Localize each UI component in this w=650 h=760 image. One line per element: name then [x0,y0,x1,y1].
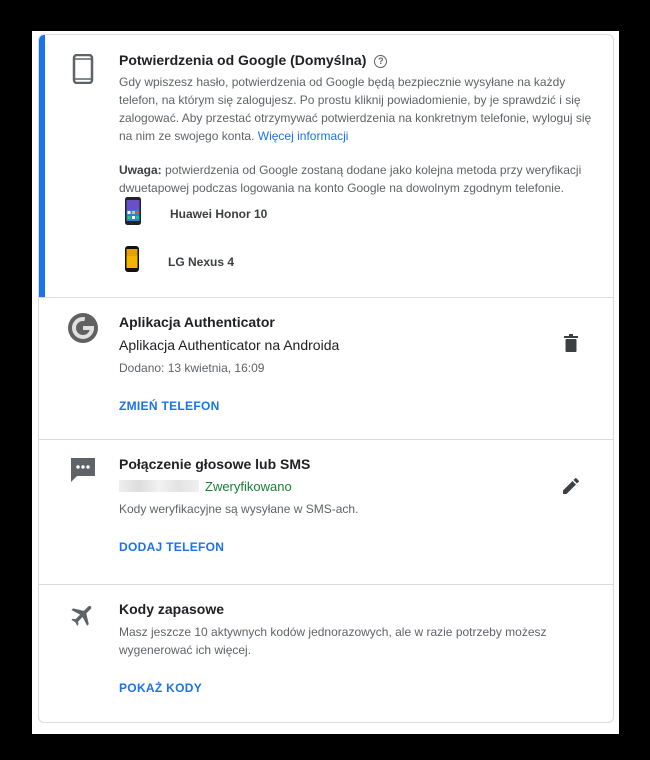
nexus-phone-icon [124,246,140,277]
note-label: Uwaga: [119,163,162,177]
trash-icon[interactable] [559,331,583,355]
backup-codes-description: Masz jeszcze 10 aktywnych kodów jednoraz… [119,625,547,657]
google-prompts-title: Potwierdzenia od Google (Domyślna)? [119,52,388,68]
authenticator-added-date: Dodano: 13 kwietnia, 16:09 [119,361,265,375]
google-prompts-section: Potwierdzenia od Google (Domyślna)? Gdy … [39,35,613,298]
two-step-card: Potwierdzenia od Google (Domyślna)? Gdy … [38,34,614,723]
voice-sms-title: Połączenie głosowe lub SMS [119,456,311,472]
description-text: Gdy wpiszesz hasło, potwierdzenia od Goo… [119,75,592,143]
airplane-icon [67,599,99,631]
google-prompts-note: Uwaga: potwierdzenia od Google zostaną d… [119,161,599,197]
phone-item: LG Nexus 4 [124,246,234,277]
voice-sms-description: Kody weryfikacyjne są wysyłane w SMS-ach… [119,502,359,516]
verified-status: Zweryfikowano [205,479,292,494]
authenticator-section: Aplikacja Authenticator Aplikacja Authen… [39,298,613,440]
edit-pencil-icon[interactable] [559,474,583,498]
huawei-phone-icon [124,197,142,230]
redacted-phone-number [119,480,199,492]
note-text: potwierdzenia od Google zostaną dodane j… [119,163,582,195]
smartphone-icon [67,53,99,85]
voice-sms-section: Połączenie głosowe lub SMS Zweryfikowano… [39,440,613,585]
authenticator-title: Aplikacja Authenticator [119,314,275,330]
page: Potwierdzenia od Google (Domyślna)? Gdy … [32,31,619,734]
phone-name: LG Nexus 4 [168,254,235,269]
backup-codes-section: Kody zapasowe Masz jeszcze 10 aktywnych … [39,585,613,722]
google-prompts-title-text: Potwierdzenia od Google (Domyślna) [119,52,367,68]
authenticator-subtitle: Aplikacja Authenticator na Androida [119,337,340,353]
authenticator-icon [67,312,99,344]
help-icon[interactable]: ? [374,55,388,68]
message-icon [67,454,99,486]
add-phone-button[interactable]: DODAJ TELEFON [119,540,224,554]
phone-item: Huawei Honor 10 [124,197,267,230]
more-info-link[interactable]: Więcej informacji [258,129,349,143]
google-prompts-description: Gdy wpiszesz hasło, potwierdzenia od Goo… [119,73,599,145]
show-codes-button[interactable]: POKAŻ KODY [119,681,202,695]
backup-codes-title: Kody zapasowe [119,601,225,617]
phone-number-row: Zweryfikowano [119,478,599,496]
phone-name: Huawei Honor 10 [170,206,268,221]
change-phone-button[interactable]: ZMIEŃ TELEFON [119,399,220,413]
